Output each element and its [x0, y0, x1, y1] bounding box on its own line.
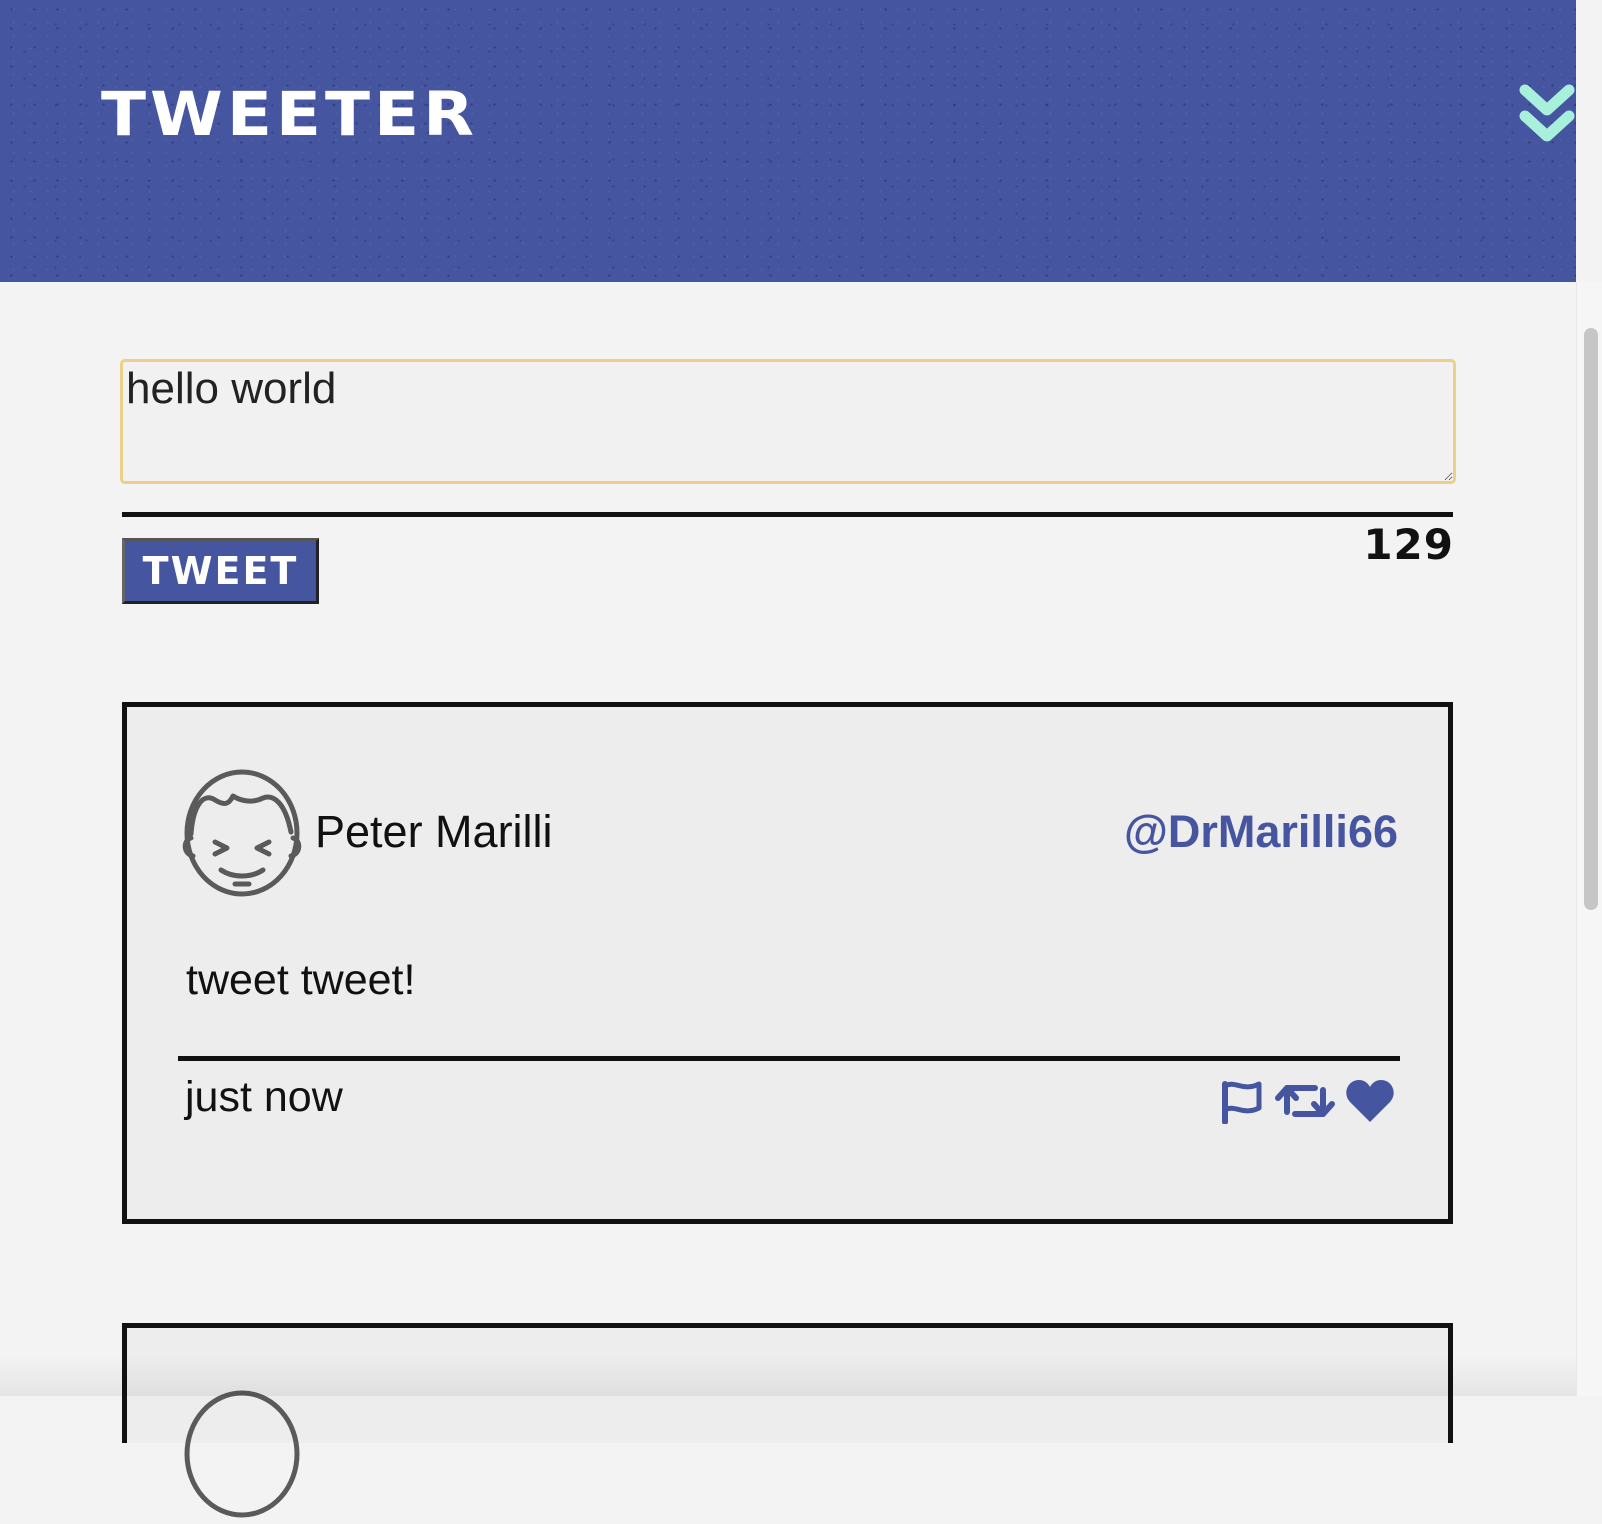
tweet-author-name: Peter Marilli [315, 806, 553, 857]
tweet-card [122, 1323, 1453, 1518]
retweet-icon [1275, 1085, 1335, 1117]
tweet-card: Peter Marilli @DrMarilli66 tweet tweet! … [122, 702, 1453, 1224]
brand-logo: TWEETER [101, 78, 478, 150]
tweet-divider [178, 1056, 1400, 1061]
tweet-submit-button[interactable]: TWEET [122, 538, 319, 604]
tweet-content: tweet tweet! [186, 956, 416, 1004]
tweet-author-handle[interactable]: @DrMarilli66 [1124, 806, 1398, 858]
avatar [181, 1387, 303, 1519]
compose-toggle-button[interactable] [1519, 84, 1575, 150]
tweet-compose-input[interactable]: hello world [120, 359, 1456, 484]
flag-button[interactable] [1219, 1078, 1265, 1125]
tweet-timestamp: just now [185, 1073, 343, 1121]
page: TWEETER hello world TWEET 129 Peter Mari… [0, 0, 1602, 1518]
heart-icon [1346, 1080, 1394, 1122]
retweet-button[interactable] [1275, 1078, 1335, 1124]
avatar [181, 766, 303, 898]
face-avatar-icon [182, 769, 302, 897]
scrollbar-thumb[interactable] [1584, 328, 1598, 910]
compose-divider [122, 512, 1453, 517]
site-header: TWEETER [0, 0, 1576, 282]
like-button[interactable] [1345, 1078, 1395, 1124]
face-avatar-icon [184, 1390, 300, 1518]
double-chevron-down-icon [1519, 84, 1575, 142]
character-counter: 129 [1363, 520, 1454, 569]
flag-icon [1222, 1081, 1262, 1125]
